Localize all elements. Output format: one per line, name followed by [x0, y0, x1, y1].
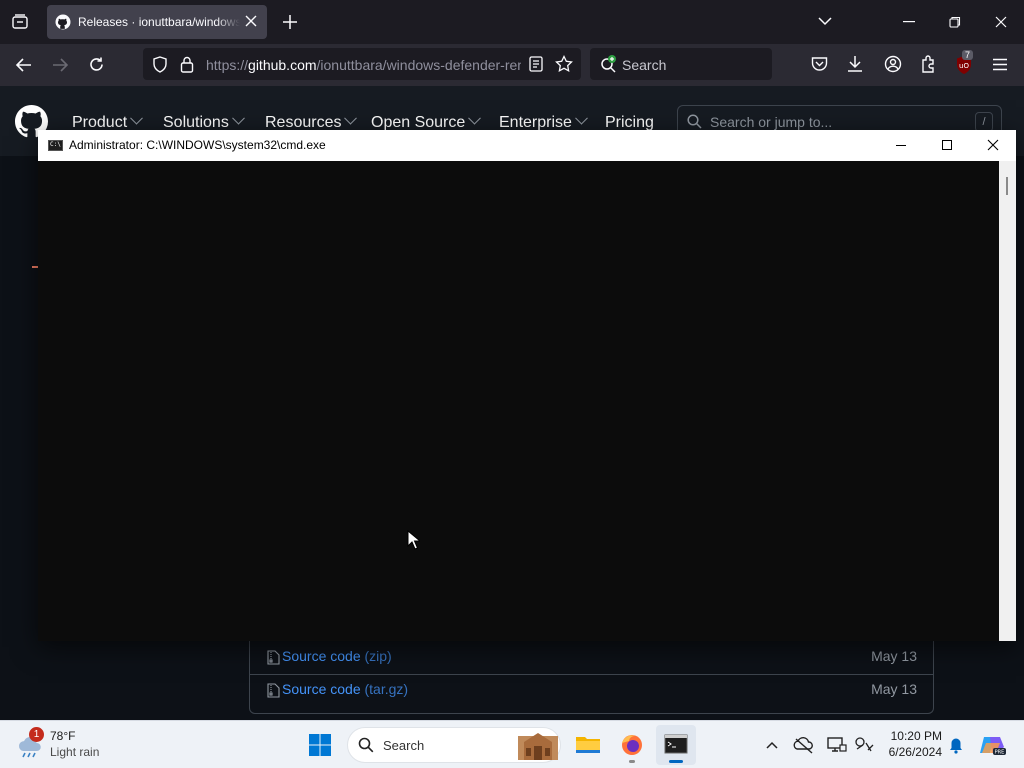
web-search-bar[interactable]: Search: [590, 48, 772, 80]
running-indicator: [629, 760, 635, 763]
chevron-down-icon: [468, 111, 482, 125]
list-item[interactable]: Source code (zip) May 13: [250, 640, 933, 675]
app-menu-icon[interactable]: [992, 58, 1008, 71]
cmd-console-area[interactable]: [38, 161, 999, 641]
chevron-down-icon: [130, 111, 144, 125]
taskbar-search-label: Search: [383, 738, 425, 753]
display-icon[interactable]: [822, 725, 850, 765]
svg-text:uO: uO: [959, 62, 969, 70]
back-arrow-icon[interactable]: [15, 57, 32, 73]
cmd-maximize-button[interactable]: [924, 130, 970, 161]
browser-tab-bar: Releases · ionuttbara/windows-defender-r…: [0, 0, 1024, 44]
lock-icon[interactable]: [180, 56, 194, 73]
onedrive-offline-icon[interactable]: [790, 725, 818, 765]
asset-link[interactable]: Source code (tar.gz): [282, 681, 408, 697]
restore-browser-icon[interactable]: [949, 16, 961, 28]
asset-date: May 13: [871, 681, 917, 697]
search-icon: [687, 114, 702, 129]
chevron-down-icon: [575, 111, 588, 125]
tab-overview-icon[interactable]: [11, 13, 29, 31]
cmd-title-bar[interactable]: Administrator: C:\WINDOWS\system32\cmd.e…: [38, 130, 1016, 161]
asset-link[interactable]: Source code (zip): [282, 648, 392, 664]
search-highlight-icon: [516, 730, 560, 760]
pocket-icon[interactable]: [811, 56, 828, 72]
weather-condition: Light rain: [50, 745, 100, 759]
file-zip-icon: [267, 683, 280, 698]
start-button[interactable]: [300, 725, 340, 765]
file-explorer-button[interactable]: [568, 725, 608, 765]
cmd-minimize-button[interactable]: [878, 130, 924, 161]
file-zip-icon: [267, 650, 280, 665]
github-favicon-icon: [55, 14, 71, 30]
clock-time: 10:20 PM: [890, 729, 942, 743]
forward-arrow-icon[interactable]: [52, 57, 69, 73]
search-shortcut-key: /: [975, 112, 993, 132]
url-text: https://github.com/ionuttbara/windows-de…: [206, 57, 521, 73]
active-indicator: [669, 760, 683, 763]
extensions-icon[interactable]: [920, 55, 937, 73]
cmd-window[interactable]: Administrator: C:\WINDOWS\system32\cmd.e…: [38, 130, 1016, 641]
list-all-tabs-icon[interactable]: [818, 16, 832, 26]
windows-taskbar: 1 78°F Light rain Search 10:20 PM 6/26/2…: [0, 720, 1024, 768]
mouse-cursor-icon: [407, 530, 420, 550]
cmd-app-icon: [48, 140, 63, 151]
firefox-button[interactable]: [612, 725, 652, 765]
reload-icon[interactable]: [88, 56, 105, 73]
new-tab-icon[interactable]: [282, 14, 298, 30]
chevron-down-icon: [344, 111, 358, 125]
weather-widget[interactable]: 1 78°F Light rain: [14, 727, 134, 763]
cmd-taskbar-button[interactable]: [656, 725, 696, 765]
cmd-window-title: Administrator: C:\WINDOWS\system32\cmd.e…: [69, 138, 326, 152]
minimize-browser-icon[interactable]: [903, 21, 915, 23]
weather-temp: 78°F: [50, 729, 76, 743]
release-assets-list: Source code (zip) May 13 Source code (ta…: [249, 640, 934, 714]
tab-close-icon[interactable]: [245, 15, 257, 27]
scrollbar-thumb[interactable]: [1006, 177, 1008, 195]
search-engine-icon: [599, 54, 619, 74]
notification-bell-icon[interactable]: [944, 725, 968, 765]
browser-nav-bar: https://github.com/ionuttbara/windows-de…: [0, 44, 1024, 86]
asset-date: May 13: [871, 648, 917, 664]
chevron-down-icon: [231, 111, 245, 125]
web-search-placeholder: Search: [622, 57, 667, 73]
list-item[interactable]: Source code (tar.gz) May 13: [250, 673, 933, 706]
close-browser-icon[interactable]: [995, 16, 1007, 28]
extension-count-badge: 7: [962, 50, 974, 60]
search-icon: [358, 737, 374, 753]
account-icon[interactable]: [884, 55, 902, 73]
network-status-icon[interactable]: [850, 725, 878, 765]
cmd-scrollbar[interactable]: [999, 161, 1016, 641]
downloads-icon[interactable]: [847, 55, 863, 73]
url-bar[interactable]: https://github.com/ionuttbara/windows-de…: [143, 48, 581, 80]
svg-text:PRE: PRE: [995, 750, 1005, 756]
clock-date: 6/26/2024: [888, 745, 942, 759]
bookmark-star-icon[interactable]: [555, 55, 573, 73]
tab-title: Releases · ionuttbara/windows-defender-r…: [78, 15, 240, 29]
cmd-close-button[interactable]: [970, 130, 1016, 161]
github-search-placeholder: Search or jump to...: [710, 114, 833, 130]
copilot-icon[interactable]: PRE: [976, 725, 1008, 765]
reader-view-icon[interactable]: [529, 56, 543, 72]
tracking-shield-icon[interactable]: [152, 56, 168, 73]
show-hidden-icons-chevron-icon[interactable]: [758, 725, 786, 765]
weather-alert-badge: 1: [29, 727, 44, 742]
browser-tab-releases[interactable]: Releases · ionuttbara/windows-defender-r…: [47, 5, 267, 39]
taskbar-clock[interactable]: 10:20 PM 6/26/2024: [880, 728, 942, 760]
taskbar-search-box[interactable]: Search: [347, 727, 561, 763]
